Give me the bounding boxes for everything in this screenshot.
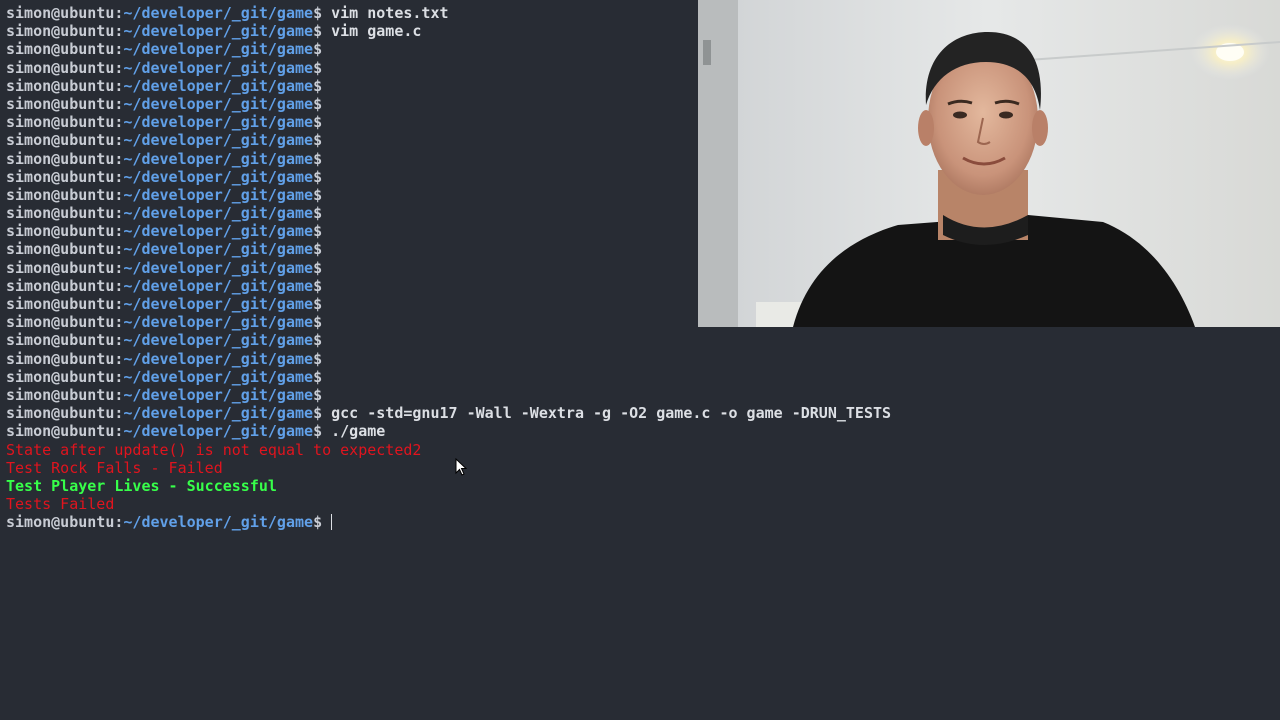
prompt-user: simon@ubuntu — [6, 313, 115, 332]
prompt-symbol: $ — [313, 204, 323, 223]
prompt-path: ~/developer/_git/game — [123, 40, 314, 59]
prompt-user: simon@ubuntu — [6, 113, 115, 132]
prompt-path: ~/developer/_git/game — [123, 131, 314, 150]
prompt-symbol: $ — [313, 94, 323, 113]
test-failure-output: Test Rock Falls - Failed — [6, 459, 1280, 477]
prompt-path: ~/developer/_git/game — [123, 349, 314, 368]
prompt-symbol: $ — [313, 240, 323, 259]
prompt-line: simon@ubuntu:~/developer/_git/game$ — [6, 386, 1280, 404]
prompt-user: simon@ubuntu — [6, 513, 115, 532]
prompt-symbol: $ — [313, 131, 323, 150]
prompt-path: ~/developer/_git/game — [123, 185, 314, 204]
prompt-path: ~/developer/_git/game — [123, 113, 314, 132]
command-text — [322, 513, 331, 531]
prompt-user: simon@ubuntu — [6, 149, 115, 168]
prompt-path: ~/developer/_git/game — [123, 258, 314, 277]
prompt-user: simon@ubuntu — [6, 258, 115, 277]
prompt-path: ~/developer/_git/game — [123, 404, 314, 423]
mouse-pointer-icon — [455, 457, 468, 481]
prompt-user: simon@ubuntu — [6, 222, 115, 241]
prompt-user: simon@ubuntu — [6, 295, 115, 313]
prompt-user: simon@ubuntu — [6, 58, 115, 77]
output-text: Test Player Lives - Successful — [6, 476, 277, 495]
prompt-symbol: $ — [313, 185, 323, 204]
prompt-user: simon@ubuntu — [6, 276, 115, 295]
prompt-path: ~/developer/_git/game — [123, 276, 314, 295]
test-failure-output: Tests Failed — [6, 495, 1280, 513]
prompt-path: ~/developer/_git/game — [123, 76, 314, 95]
prompt-user: simon@ubuntu — [6, 422, 115, 441]
prompt-user: simon@ubuntu — [6, 22, 115, 41]
prompt-user: simon@ubuntu — [6, 404, 115, 423]
prompt-line: simon@ubuntu:~/developer/_git/game$ — [6, 513, 1280, 531]
prompt-symbol: $ — [313, 22, 323, 41]
prompt-symbol: $ — [313, 222, 323, 241]
prompt-path: ~/developer/_git/game — [123, 222, 314, 241]
text-cursor[interactable] — [331, 514, 333, 531]
prompt-symbol: $ — [313, 295, 323, 313]
prompt-path: ~/developer/_git/game — [123, 4, 314, 22]
output-text: Test Rock Falls - Failed — [6, 458, 223, 477]
prompt-line: simon@ubuntu:~/developer/_git/game$ gcc … — [6, 404, 1280, 422]
prompt-path: ~/developer/_git/game — [123, 295, 314, 313]
prompt-symbol: $ — [313, 276, 323, 295]
prompt-symbol: $ — [313, 113, 323, 132]
output-text: Tests Failed — [6, 495, 115, 514]
prompt-symbol: $ — [313, 349, 323, 368]
prompt-symbol: $ — [313, 385, 323, 404]
prompt-symbol: $ — [313, 367, 323, 386]
prompt-user: simon@ubuntu — [6, 4, 115, 22]
prompt-symbol: $ — [313, 40, 323, 59]
prompt-symbol: $ — [313, 404, 323, 423]
command-text: gcc -std=gnu17 -Wall -Wextra -g -O2 game… — [322, 404, 892, 423]
prompt-path: ~/developer/_git/game — [123, 513, 314, 532]
prompt-line: simon@ubuntu:~/developer/_git/game$ — [6, 331, 1280, 349]
prompt-symbol: $ — [313, 313, 323, 332]
test-success-output: Test Player Lives - Successful — [6, 477, 1280, 495]
prompt-user: simon@ubuntu — [6, 367, 115, 386]
prompt-path: ~/developer/_git/game — [123, 167, 314, 186]
webcam-feed-image — [698, 0, 1280, 327]
prompt-symbol: $ — [313, 331, 323, 350]
prompt-path: ~/developer/_git/game — [123, 149, 314, 168]
prompt-path: ~/developer/_git/game — [123, 240, 314, 259]
prompt-user: simon@ubuntu — [6, 185, 115, 204]
command-text: ./game — [322, 422, 386, 441]
prompt-symbol: $ — [313, 258, 323, 277]
prompt-line: simon@ubuntu:~/developer/_git/game$ — [6, 350, 1280, 368]
prompt-symbol: $ — [313, 149, 323, 168]
prompt-user: simon@ubuntu — [6, 331, 115, 350]
prompt-user: simon@ubuntu — [6, 167, 115, 186]
command-text: vim notes.txt — [322, 4, 449, 22]
prompt-symbol: $ — [313, 513, 323, 532]
prompt-user: simon@ubuntu — [6, 240, 115, 259]
prompt-path: ~/developer/_git/game — [123, 385, 314, 404]
prompt-line: simon@ubuntu:~/developer/_git/game$ ./ga… — [6, 422, 1280, 440]
prompt-path: ~/developer/_git/game — [123, 22, 314, 41]
test-failure-output: State after update() is not equal to exp… — [6, 441, 1280, 459]
prompt-symbol: $ — [313, 76, 323, 95]
prompt-user: simon@ubuntu — [6, 385, 115, 404]
prompt-path: ~/developer/_git/game — [123, 94, 314, 113]
prompt-line: simon@ubuntu:~/developer/_git/game$ — [6, 368, 1280, 386]
prompt-symbol: $ — [313, 4, 323, 22]
prompt-user: simon@ubuntu — [6, 40, 115, 59]
prompt-user: simon@ubuntu — [6, 94, 115, 113]
prompt-user: simon@ubuntu — [6, 76, 115, 95]
webcam-overlay — [698, 0, 1280, 327]
prompt-symbol: $ — [313, 167, 323, 186]
prompt-path: ~/developer/_git/game — [123, 422, 314, 441]
prompt-user: simon@ubuntu — [6, 349, 115, 368]
command-text: vim game.c — [322, 22, 422, 41]
prompt-user: simon@ubuntu — [6, 131, 115, 150]
prompt-path: ~/developer/_git/game — [123, 313, 314, 332]
prompt-path: ~/developer/_git/game — [123, 367, 314, 386]
prompt-symbol: $ — [313, 58, 323, 77]
prompt-user: simon@ubuntu — [6, 204, 115, 223]
output-text: State after update() is not equal to exp… — [6, 440, 422, 459]
prompt-symbol: $ — [313, 422, 323, 441]
prompt-path: ~/developer/_git/game — [123, 58, 314, 77]
prompt-path: ~/developer/_git/game — [123, 204, 314, 223]
prompt-path: ~/developer/_git/game — [123, 331, 314, 350]
